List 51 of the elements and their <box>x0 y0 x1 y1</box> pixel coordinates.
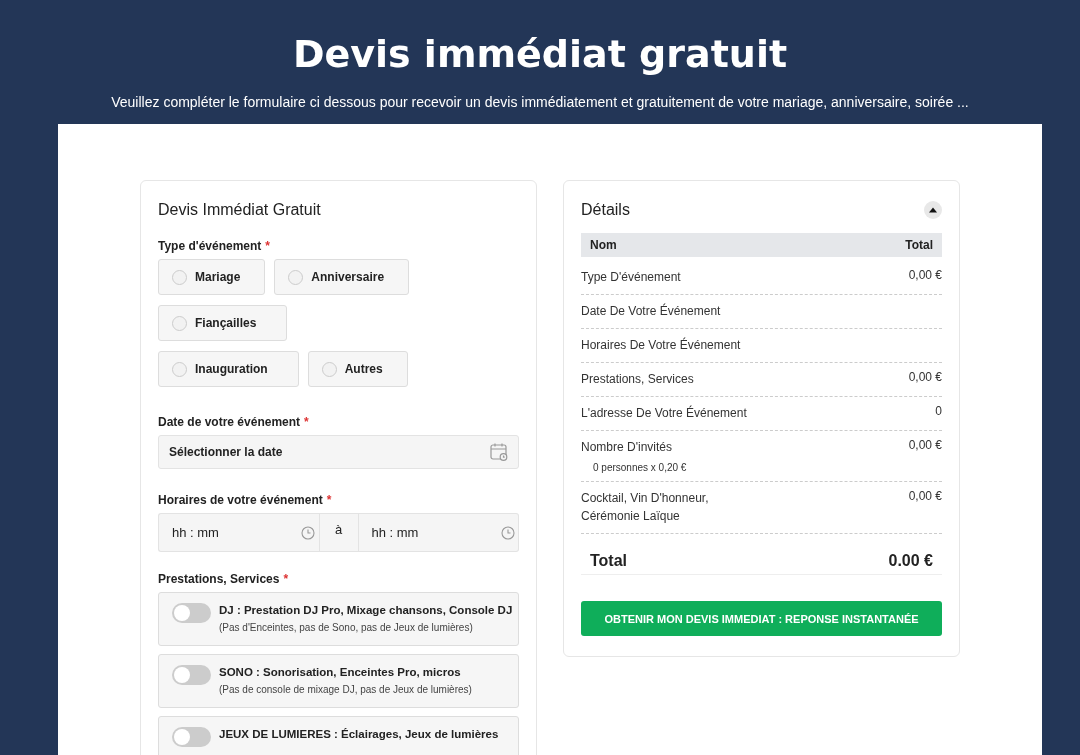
page-subtitle: Veuillez compléter le formulaire ci dessous pour recevoir un devis immédiatement et gratuitement de votre mariage, anniversaire, soirée ... <box>111 94 969 110</box>
start-time-field[interactable]: hh : mm <box>158 513 319 552</box>
date-field[interactable]: Sélectionner la date <box>158 435 519 469</box>
separator-text: à <box>334 522 343 539</box>
row-name: Type D'événement <box>581 269 681 286</box>
total-value: 0.00 € <box>888 552 933 570</box>
service-note: (Pas de console de mixage DJ, pas de Jeux de lumières) <box>219 684 472 695</box>
service-title: JEUX DE LUMIERES : Éclairages, Jeux de lumières <box>219 728 499 740</box>
row-name: Horaires De Votre Événement <box>581 336 741 354</box>
service-title: SONO : Sonorisation, Enceintes Pro, micros <box>219 666 462 678</box>
event-type-option[interactable]: Inauguration <box>158 351 299 387</box>
event-type-option[interactable]: Autres <box>307 351 408 387</box>
row-total: 0 <box>935 404 942 420</box>
required-mark: * <box>304 415 309 429</box>
row-name: Nombre D'invités <box>581 439 673 456</box>
row-total: 0,00 € <box>908 370 942 386</box>
row-total: 0,00 € <box>908 438 942 454</box>
toggle-switch[interactable] <box>172 603 211 623</box>
event-type-option[interactable]: Fiançailles <box>158 305 288 341</box>
triangle-icon <box>929 207 937 213</box>
required-mark: * <box>326 493 332 507</box>
total-label: Total <box>590 552 628 570</box>
event-type-option[interactable]: Mariage <box>158 259 266 295</box>
field-label: Prestations, Services <box>158 572 280 586</box>
field-label: Date de votre événement <box>158 415 301 429</box>
row-name: Prestations, Services <box>581 371 694 388</box>
column-header: Total <box>905 238 933 252</box>
clock-icon <box>300 526 315 540</box>
end-time-field[interactable]: hh : mm <box>358 513 519 552</box>
row-total: 0,00 € <box>908 489 942 505</box>
toggle-switch[interactable] <box>172 665 211 685</box>
calendar-icon <box>489 442 509 462</box>
row-name: Cocktail, Vin D'honneur, Cérémonie Laïque <box>581 490 710 525</box>
row-name: Date De Votre Événement <box>581 302 721 320</box>
required-mark: * <box>265 239 270 253</box>
row-total: 0,00 € <box>908 268 942 284</box>
clock-icon <box>501 526 515 540</box>
toggle-switch[interactable] <box>172 727 211 747</box>
form-title: Devis Immédiat Gratuit <box>158 201 322 219</box>
column-header: Nom <box>590 238 617 252</box>
page-title: Devis immédiat gratuit <box>291 31 789 78</box>
service-note: (Pas d'Enceintes, pas de Sono, pas de Jeux de lumières) <box>219 622 474 633</box>
event-type-option[interactable]: Anniversaire <box>274 259 410 295</box>
required-mark: * <box>283 572 289 586</box>
row-name: L'adresse De Votre Événement <box>581 404 747 422</box>
details-title: Détails <box>581 201 630 219</box>
collapse-button[interactable] <box>924 201 942 219</box>
field-label: Horaires de votre événement <box>158 493 323 507</box>
field-label: Type d'événement <box>158 239 262 253</box>
service-title: DJ : Prestation DJ Pro, Mixage chansons, Console DJ <box>219 604 513 616</box>
row-detail: 0 personnes x 0,20 € <box>593 462 687 473</box>
